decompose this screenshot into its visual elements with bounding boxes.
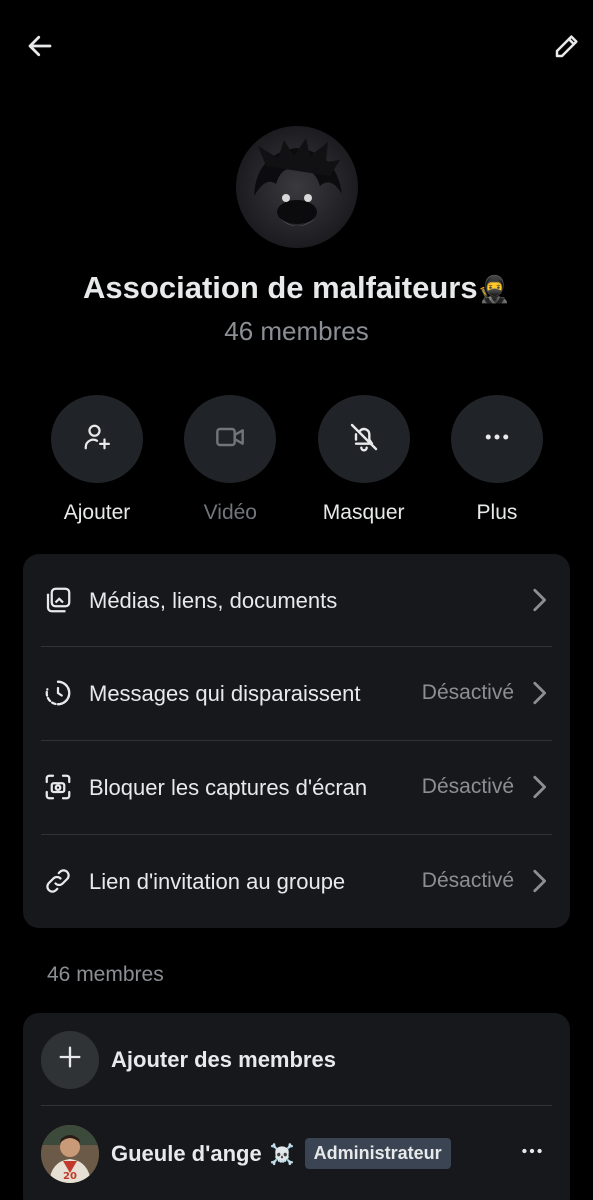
video-icon — [214, 421, 246, 458]
action-add-label: Ajouter — [63, 501, 131, 524]
settings-label: Médias, liens, documents — [89, 587, 338, 613]
video-button[interactable] — [184, 395, 277, 483]
member-more-button[interactable] — [512, 1139, 552, 1169]
group-name: Association de malfaiteurs — [83, 270, 478, 305]
members-section-title: 46 membres — [47, 963, 164, 986]
chevron-right-icon — [528, 866, 550, 896]
bell-off-icon — [348, 421, 380, 458]
member-avatar[interactable]: 20 — [41, 1124, 99, 1183]
camera-icon — [41, 770, 75, 804]
skull-flag-emoji: ☠️ — [269, 1141, 295, 1166]
plus-icon — [56, 1043, 84, 1076]
admin-badge: Administrateur — [304, 1138, 451, 1169]
mute-button[interactable] — [317, 395, 410, 483]
more-button[interactable] — [450, 395, 543, 483]
add-user-button[interactable] — [51, 395, 143, 483]
action-mute-label: Masquer — [322, 501, 405, 524]
settings-row-disappearing[interactable]: Messages qui disparaissent Désactivé — [23, 646, 570, 740]
action-more[interactable]: Plus — [432, 395, 562, 525]
member-row[interactable]: 20 Gueule d'ange ☠️ Administrateur — [23, 1106, 570, 1200]
svg-text:20: 20 — [63, 1171, 77, 1182]
settings-label: Messages qui disparaissent — [89, 680, 361, 706]
settings-row-screenshot[interactable]: Bloquer les captures d'écran Désactivé — [23, 740, 570, 834]
settings-status: Désactivé — [421, 681, 514, 704]
group-title: Association de malfaiteurs🥷 — [0, 270, 593, 306]
add-members-label: Ajouter des membres — [111, 1046, 336, 1072]
action-video-label: Vidéo — [203, 501, 257, 524]
more-icon — [482, 422, 512, 457]
settings-row-media[interactable]: Médias, liens, documents — [23, 554, 570, 646]
settings-label: Bloquer les captures d'écran — [89, 774, 368, 800]
member-name: Gueule d'ange — [111, 1140, 262, 1166]
chevron-right-icon — [528, 585, 550, 615]
chevron-right-icon — [528, 772, 550, 802]
chevron-right-icon — [528, 678, 550, 708]
action-video[interactable]: Vidéo — [165, 395, 295, 525]
settings-label: Lien d'invitation au groupe — [89, 868, 346, 894]
back-arrow-icon[interactable] — [22, 28, 58, 64]
settings-status: Désactivé — [421, 775, 514, 798]
group-avatar[interactable] — [236, 126, 358, 248]
link-icon — [41, 864, 75, 898]
add-members-row[interactable]: Ajouter des membres — [23, 1013, 570, 1106]
add-members-button[interactable] — [41, 1030, 99, 1089]
settings-row-invite-link[interactable]: Lien d'invitation au groupe Désactivé — [23, 834, 570, 928]
ninja-emoji: 🥷 — [477, 275, 510, 305]
top-bar — [0, 0, 593, 95]
action-more-label: Plus — [476, 501, 518, 524]
edit-pencil-icon[interactable] — [549, 28, 585, 64]
settings-card: Médias, liens, documents Messages qui di… — [23, 554, 570, 928]
settings-status: Désactivé — [421, 869, 514, 892]
add-user-icon — [82, 422, 112, 457]
timer-icon — [41, 676, 75, 710]
member-count: 46 membres — [224, 316, 369, 346]
members-card: Ajouter des membres 20 Gueule d'ange ☠️ … — [23, 1013, 570, 1200]
action-add[interactable]: Ajouter — [32, 395, 162, 525]
more-icon — [519, 1138, 545, 1169]
media-icon — [41, 583, 75, 617]
action-mute[interactable]: Masquer — [299, 395, 429, 525]
action-buttons: Ajouter Vidéo Masquer Plus — [32, 395, 562, 525]
